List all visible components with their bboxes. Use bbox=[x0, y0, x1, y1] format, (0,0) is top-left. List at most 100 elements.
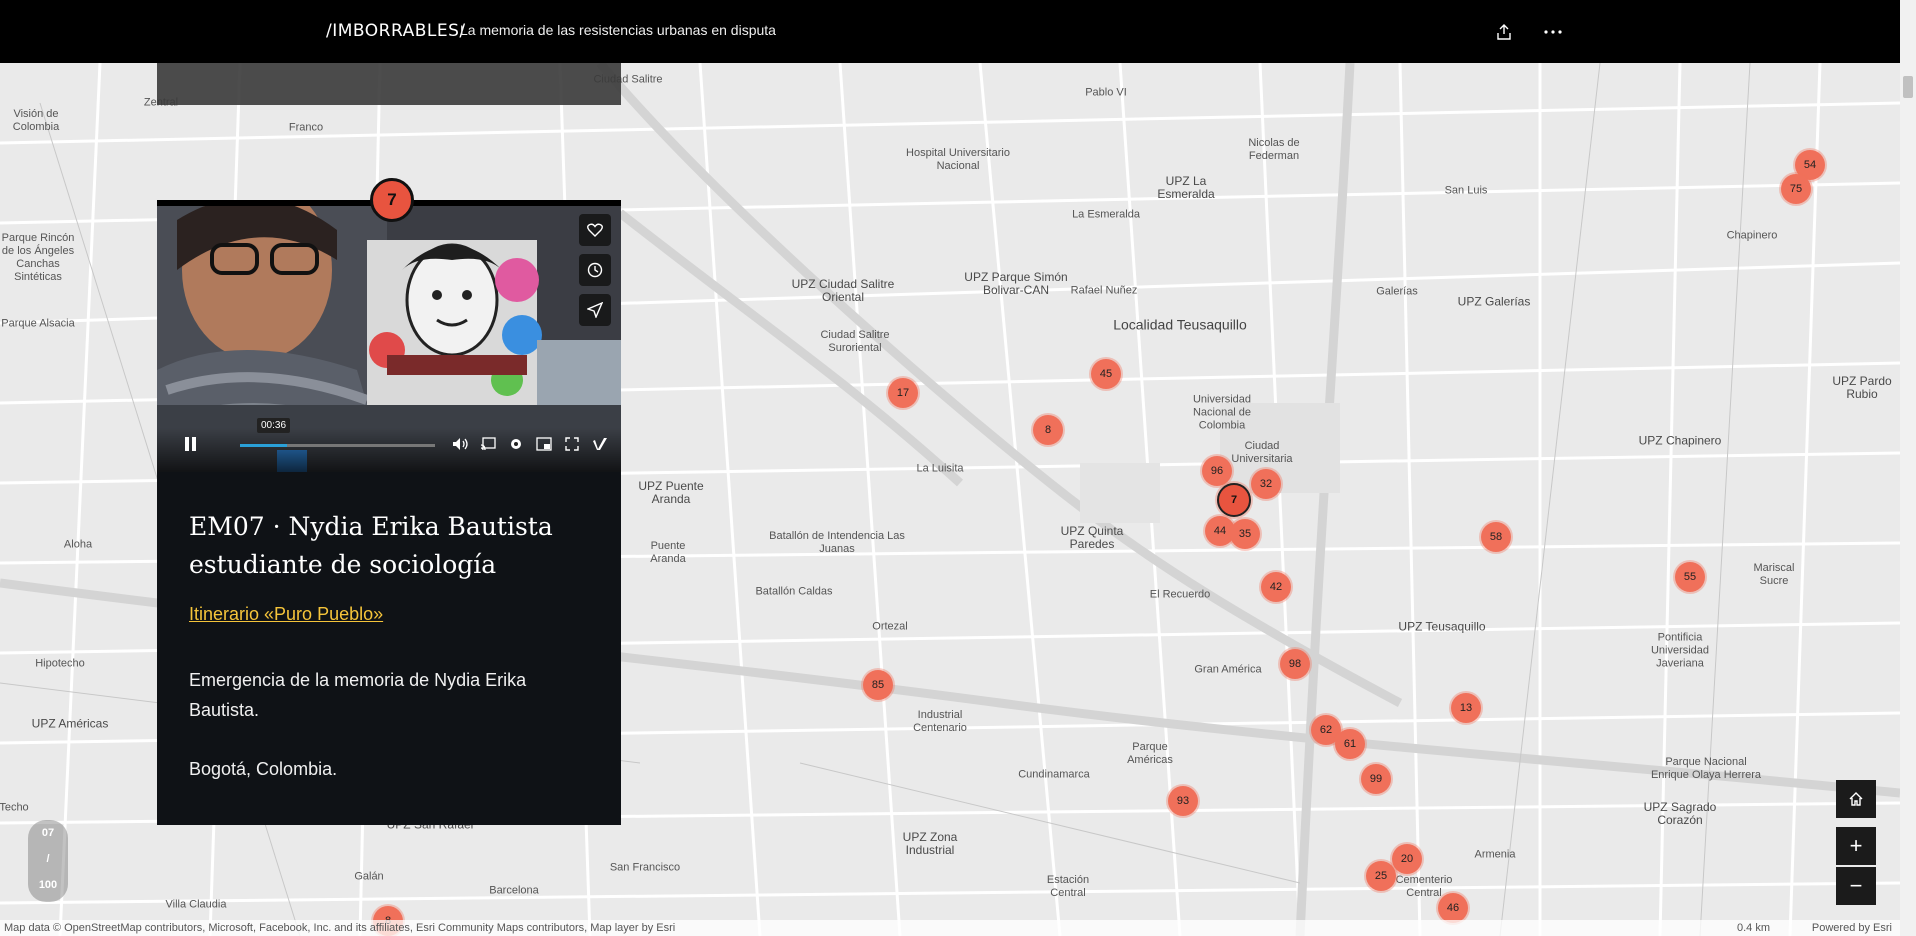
map-label: Gran América bbox=[1194, 663, 1262, 676]
scrollbar-thumb[interactable] bbox=[1903, 76, 1913, 98]
map-label: Pontificia Universidad Javeriana bbox=[1650, 631, 1710, 670]
top-bar: /IMBORRABLES/ La memoria de las resisten… bbox=[0, 0, 1900, 63]
map-label: Nicolas de Federman bbox=[1248, 137, 1300, 162]
panel-marker[interactable]: 7 bbox=[370, 178, 414, 222]
map-marker[interactable]: 20 bbox=[1392, 844, 1422, 874]
video-time: 00:36 bbox=[257, 418, 291, 433]
map-label: Parque Américas bbox=[1127, 741, 1173, 766]
brand-logo[interactable]: /IMBORRABLES/ bbox=[326, 21, 466, 41]
map-marker[interactable]: 58 bbox=[1481, 522, 1511, 552]
map-marker[interactable]: 55 bbox=[1675, 562, 1705, 592]
home-button[interactable] bbox=[1836, 780, 1876, 818]
map-label: Armenia bbox=[1474, 848, 1516, 861]
map-label: San Francisco bbox=[609, 861, 681, 874]
map-marker[interactable]: 13 bbox=[1451, 693, 1481, 723]
pause-button[interactable] bbox=[185, 437, 201, 453]
map-label: UPZ Teusaquillo bbox=[1398, 619, 1486, 634]
map-label: Techo bbox=[0, 801, 29, 814]
map-marker[interactable]: 61 bbox=[1335, 729, 1365, 759]
map-label: UPZ Américas bbox=[31, 716, 109, 731]
video-progress-bar[interactable] bbox=[240, 444, 435, 447]
map-label: UPZ Puente Aranda bbox=[638, 479, 704, 506]
volume-icon[interactable] bbox=[451, 435, 469, 453]
map-marker-active[interactable]: 7 bbox=[1217, 483, 1251, 517]
video-progress-fill bbox=[240, 444, 287, 447]
pager-current: 07 bbox=[41, 827, 55, 839]
map-label: Industrial Centenario bbox=[913, 709, 967, 734]
map-scale: 0.4 km bbox=[1736, 922, 1770, 934]
map-marker[interactable]: 75 bbox=[1781, 174, 1811, 204]
map-marker[interactable]: 25 bbox=[1366, 861, 1396, 891]
story-text: Emergencia de la memoria de Nydia Erika … bbox=[189, 670, 527, 720]
map-marker[interactable]: 17 bbox=[888, 378, 918, 408]
story-pager[interactable]: 07 / 100 bbox=[28, 820, 68, 902]
map-label: Barcelona bbox=[489, 884, 539, 897]
map-label: Batallón Caldas bbox=[755, 585, 833, 598]
map-label: Ciudad Salitre Suroriental bbox=[820, 329, 890, 354]
map-label: Batallón de Intendencia Las Juanas bbox=[769, 530, 905, 555]
map-label: Galán bbox=[354, 870, 384, 883]
map-label: UPZ Pardo Rubio bbox=[1832, 374, 1892, 401]
story-place: Bogotá, Colombia. bbox=[189, 759, 338, 779]
share-video-button[interactable] bbox=[579, 294, 611, 326]
video-player[interactable]: 00:36 bbox=[157, 200, 621, 472]
map-label: Hipotecho bbox=[35, 657, 85, 670]
fullscreen-icon[interactable] bbox=[563, 435, 581, 453]
more-icon[interactable] bbox=[1540, 19, 1566, 45]
home-icon bbox=[1849, 792, 1863, 806]
map-label: Puente Aranda bbox=[650, 540, 686, 565]
map-label: La Luisita bbox=[916, 462, 964, 475]
map-label: Ortezal bbox=[872, 620, 908, 633]
story-panel: 7 00:36 EM07 · Nydia Erika Bautista estu… bbox=[157, 178, 621, 825]
itinerary-link[interactable]: Itinerario «Puro Pueblo» bbox=[189, 604, 383, 625]
map-label: Ciudad Universitaria bbox=[1231, 440, 1293, 465]
map-marker[interactable]: 45 bbox=[1091, 359, 1121, 389]
map-label: Universidad Nacional de Colombia bbox=[1192, 393, 1252, 432]
map-marker[interactable]: 32 bbox=[1251, 469, 1281, 499]
map-marker[interactable]: 35 bbox=[1230, 519, 1260, 549]
map-marker[interactable]: 8 bbox=[1033, 415, 1063, 445]
map-label: Parque Rincón de los Ángeles Canchas Sin… bbox=[1, 232, 75, 283]
panel-body: EM07 · Nydia Erika Bautista estudiante d… bbox=[189, 508, 599, 780]
map-marker[interactable]: 98 bbox=[1280, 649, 1310, 679]
map-label: Galerías bbox=[1376, 285, 1418, 298]
map-label: UPZ La Esmeralda bbox=[1157, 174, 1215, 201]
video-control-icons bbox=[451, 435, 609, 453]
map-marker[interactable]: 96 bbox=[1202, 456, 1232, 486]
map-marker[interactable]: 85 bbox=[863, 670, 893, 700]
page-tagline: La memoria de las resistencias urbanas e… bbox=[460, 22, 776, 38]
map-label: UPZ Zona Industrial bbox=[902, 830, 958, 857]
map-marker[interactable]: 46 bbox=[1438, 893, 1468, 923]
map-label: Localidad Teusaquillo bbox=[1113, 316, 1247, 333]
attribution-text[interactable]: Map data © OpenStreetMap contributors, M… bbox=[4, 922, 675, 934]
like-button[interactable] bbox=[579, 214, 611, 246]
page-scrollbar[interactable] bbox=[1900, 0, 1916, 936]
map-label: UPZ Ciudad Salitre Oriental bbox=[791, 277, 895, 304]
watch-later-button[interactable] bbox=[579, 254, 611, 286]
cast-icon[interactable] bbox=[479, 435, 497, 453]
map-label: Villa Claudia bbox=[165, 898, 227, 911]
map-label: Parque Alsacia bbox=[1, 317, 75, 330]
zoom-in-button[interactable]: + bbox=[1836, 827, 1876, 865]
share-icon[interactable] bbox=[1491, 19, 1517, 45]
map-label: Visión de Colombia bbox=[12, 108, 60, 133]
vimeo-icon[interactable] bbox=[591, 435, 609, 453]
map-label: San Luis bbox=[1444, 184, 1488, 197]
powered-by-esri[interactable]: Powered by Esri bbox=[1812, 920, 1892, 936]
map-marker[interactable]: 93 bbox=[1168, 786, 1198, 816]
zoom-out-button[interactable]: − bbox=[1836, 867, 1876, 905]
map-label: Hospital Universitario Nacional bbox=[906, 147, 1010, 172]
map-label: Estación Central bbox=[1046, 874, 1090, 899]
collapsed-panel bbox=[157, 63, 621, 105]
map-marker[interactable]: 99 bbox=[1361, 764, 1391, 794]
map-label: UPZ Sagrado Corazón bbox=[1643, 800, 1717, 827]
map-label: UPZ Parque Simón Bolivar-CAN bbox=[964, 270, 1068, 297]
settings-icon[interactable] bbox=[507, 435, 525, 453]
map-marker[interactable]: 42 bbox=[1261, 572, 1291, 602]
map-label: Franco bbox=[288, 121, 324, 134]
map-label: UPZ Galerías bbox=[1457, 294, 1531, 309]
map-label: El Recuerdo bbox=[1149, 588, 1211, 601]
pip-icon[interactable] bbox=[535, 435, 553, 453]
map-label: Cundinamarca bbox=[1018, 768, 1090, 781]
story-title: EM07 · Nydia Erika Bautista estudiante d… bbox=[189, 512, 553, 579]
